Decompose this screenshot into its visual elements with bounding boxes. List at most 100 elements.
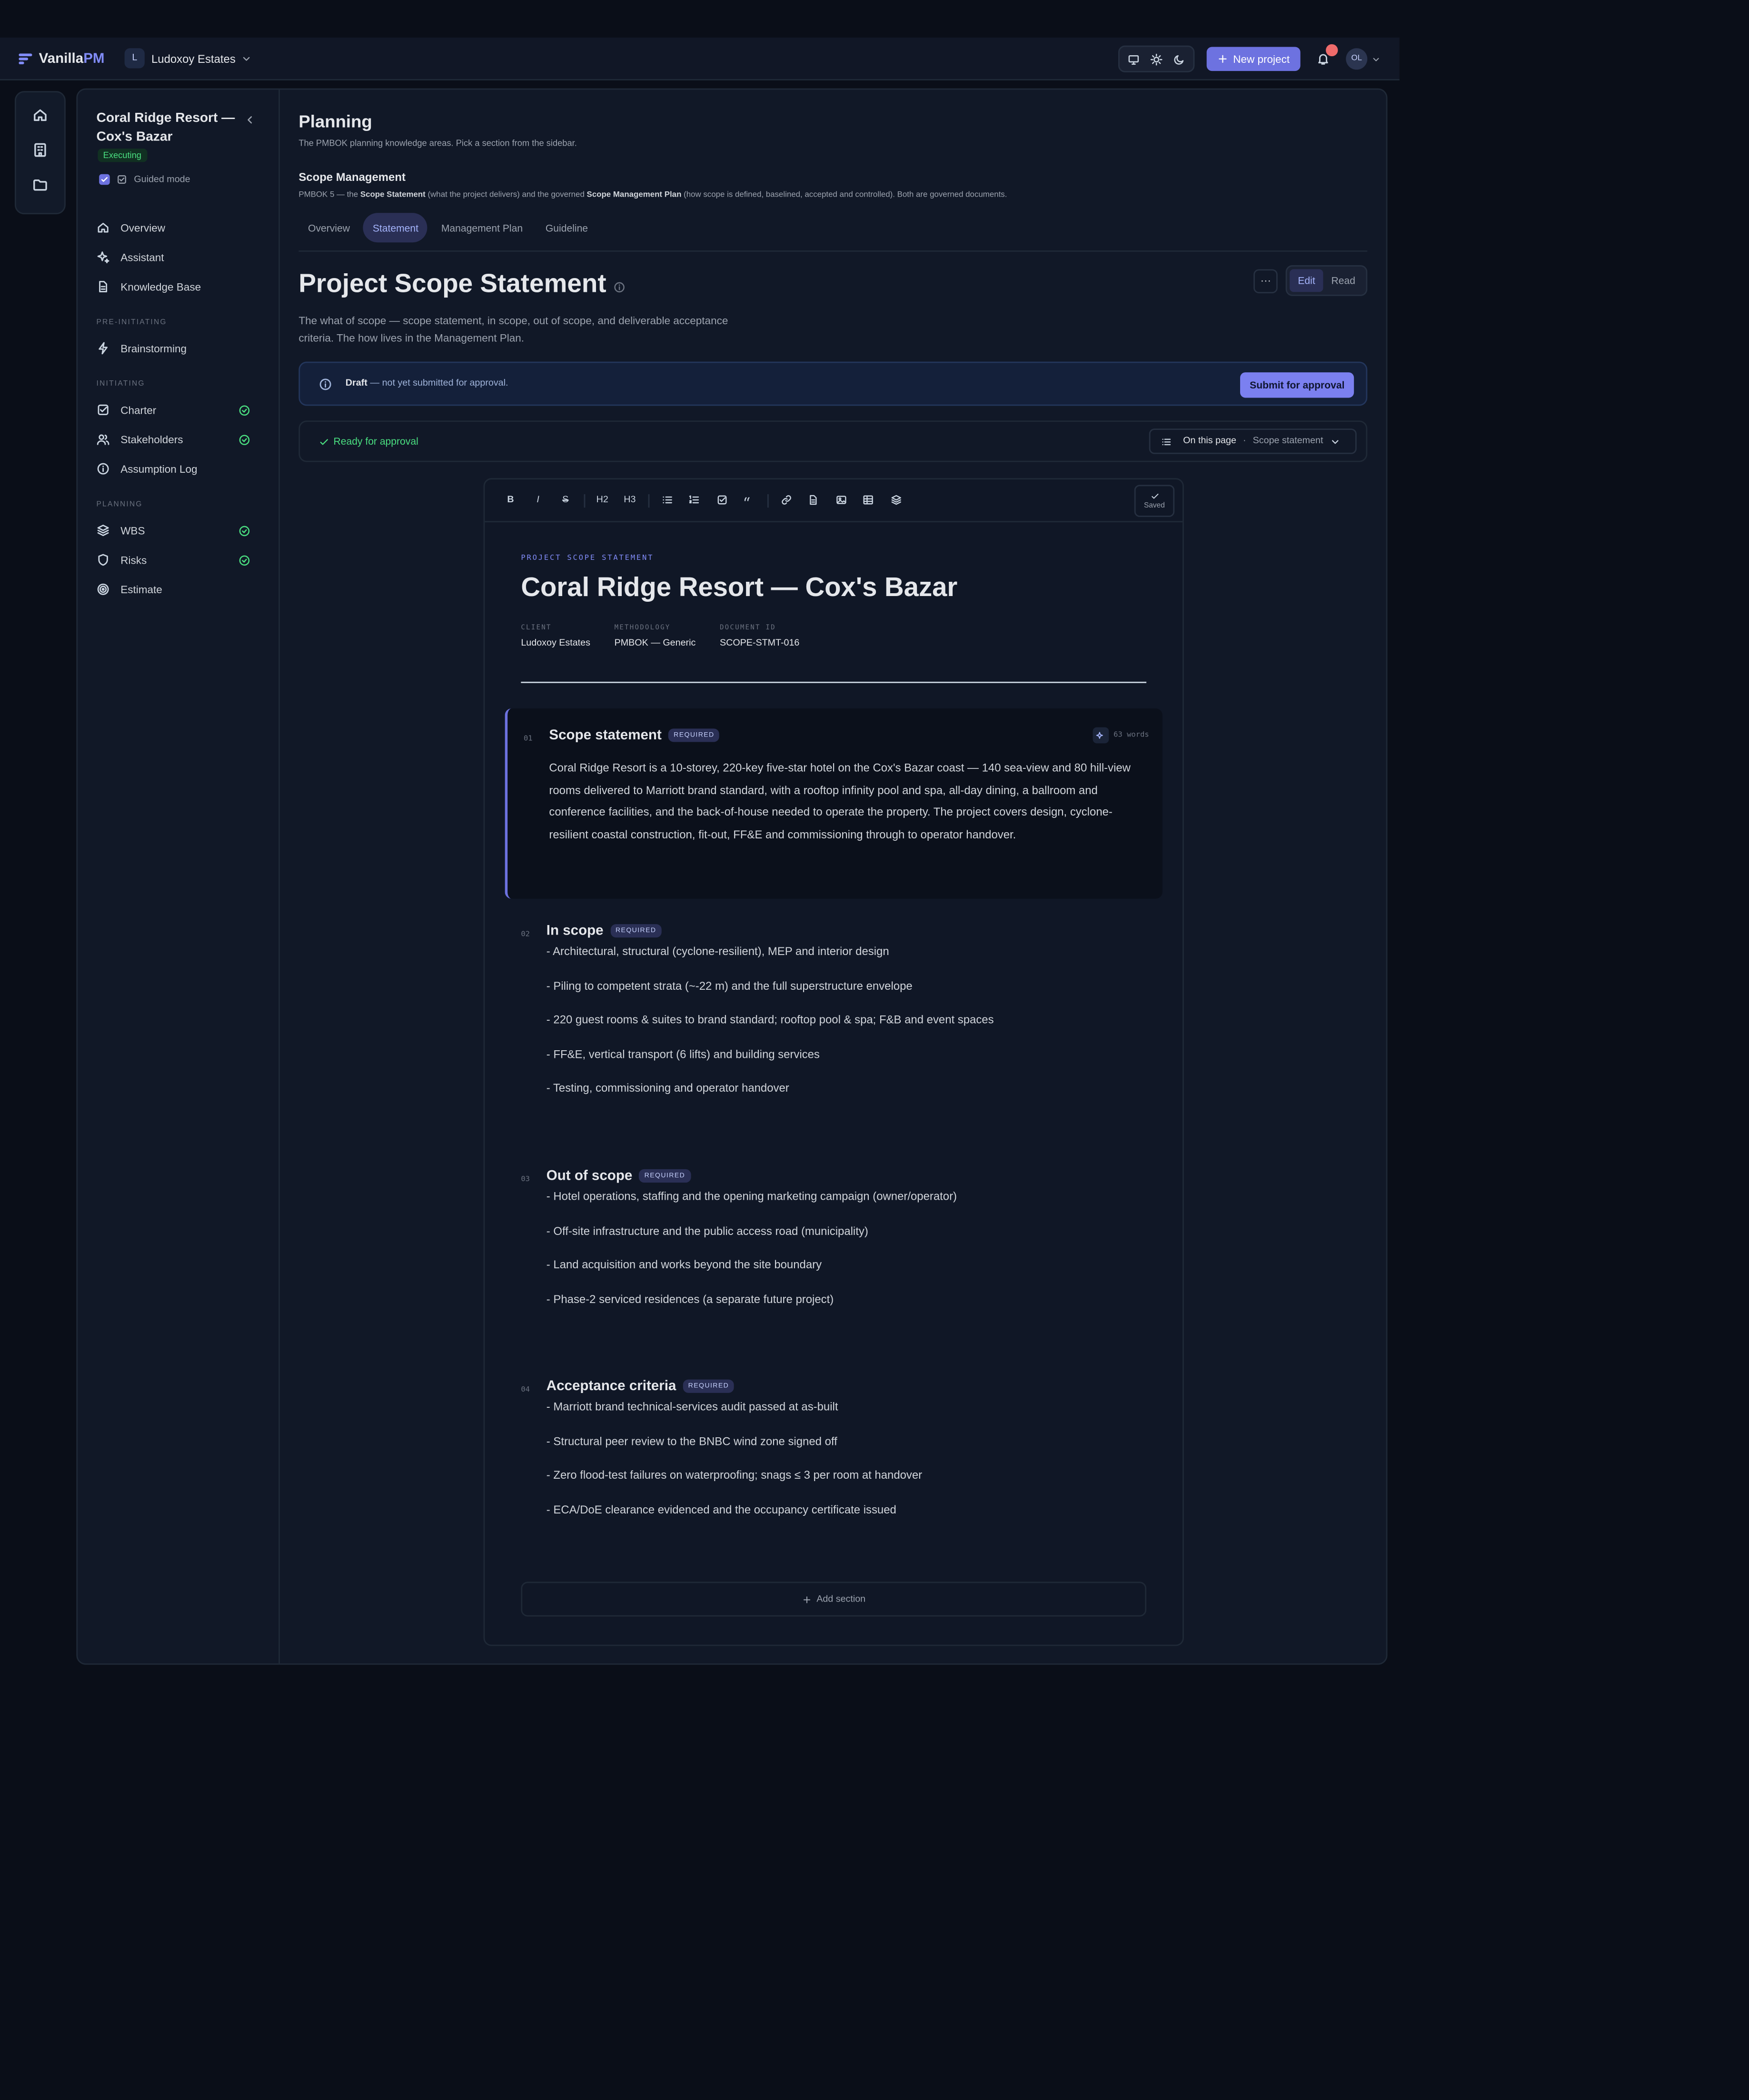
sidebar-item-charter[interactable]: Charter <box>78 395 280 425</box>
image-button[interactable] <box>827 487 855 514</box>
sidebar-item-stakeholders[interactable]: Stakeholders <box>78 425 280 454</box>
submit-for-approval-button[interactable]: Submit for approval <box>1240 372 1354 398</box>
table-button[interactable] <box>855 487 882 514</box>
list-item[interactable]: - Phase-2 serviced residences (a separat… <box>547 1292 1146 1326</box>
sidebar-item-assumption-log[interactable]: Assumption Log <box>78 454 280 484</box>
numbered-list-button[interactable] <box>680 487 708 514</box>
meta-value: Ludoxoy Estates <box>521 638 590 648</box>
document-link-button[interactable] <box>799 487 827 514</box>
checkbox-icon <box>98 404 109 415</box>
sidebar-item-label: Knowledge Base <box>120 280 201 293</box>
list-item[interactable]: - Hotel operations, staffing and the ope… <box>547 1189 1146 1224</box>
home-icon[interactable] <box>32 107 49 123</box>
chevron-down-icon <box>243 56 250 60</box>
list-icon <box>1163 438 1172 445</box>
folder-icon[interactable] <box>32 177 49 193</box>
guided-mode-checkbox[interactable] <box>99 174 110 185</box>
sidebar-item-knowledge-base[interactable]: Knowledge Base <box>78 272 280 301</box>
ai-assist-button[interactable] <box>1092 727 1108 744</box>
strikethrough-button[interactable]: S <box>552 487 579 514</box>
sidebar-item-wbs[interactable]: WBS <box>78 516 280 545</box>
saved-label: Saved <box>1144 502 1165 510</box>
tab-statement[interactable]: Statement <box>363 213 428 243</box>
new-project-button[interactable]: New project <box>1206 47 1301 71</box>
check-icon <box>101 177 108 182</box>
italic-button[interactable]: I <box>524 487 552 514</box>
building-icon[interactable] <box>32 142 49 158</box>
heading2-button[interactable]: H2 <box>588 487 616 514</box>
notifications-button[interactable] <box>1312 44 1338 70</box>
sidebar-item-risks[interactable]: Risks <box>78 545 280 575</box>
sidebar-item-overview[interactable]: Overview <box>78 213 280 242</box>
section-header: Out of scope REQUIRED <box>547 1168 691 1184</box>
check-icon <box>320 438 328 444</box>
app-logo[interactable]: Vanilla PM <box>19 50 105 66</box>
section-in-scope[interactable]: 02 In scope REQUIRED - Architectural, st… <box>505 904 1163 1138</box>
tab-overview[interactable]: Overview <box>298 213 359 242</box>
sidebar-item-estimate[interactable]: Estimate <box>78 575 280 604</box>
section-out-of-scope[interactable]: 03 Out of scope REQUIRED - Hotel operati… <box>505 1149 1163 1350</box>
tab-management-plan[interactable]: Management Plan <box>432 213 532 242</box>
edit-mode-button[interactable]: Edit <box>1290 269 1323 292</box>
light-theme-button[interactable] <box>1145 50 1168 68</box>
sidebar-item-label: Assistant <box>120 251 164 263</box>
sidebar-item-brainstorming[interactable]: Brainstorming <box>78 333 280 363</box>
section-acceptance-criteria[interactable]: 04 Acceptance criteria REQUIRED - Marrio… <box>505 1359 1163 1560</box>
sun-icon <box>1150 53 1162 65</box>
list-item[interactable]: - Zero flood-test failures on waterproof… <box>547 1468 1146 1503</box>
mode-toggle: Edit Read <box>1286 265 1368 296</box>
meta-key: DOCUMENT ID <box>719 624 776 632</box>
info-icon[interactable] <box>613 281 625 293</box>
new-project-label: New project <box>1233 53 1290 65</box>
on-this-page-dropdown[interactable]: On this page · Scope statement <box>1149 428 1357 454</box>
heading3-button[interactable]: H3 <box>616 487 644 514</box>
bold-button[interactable]: B <box>497 487 525 514</box>
section-title: Scope statement <box>549 727 662 744</box>
list-item[interactable]: - 220 guest rooms & suites to brand stan… <box>547 1013 1146 1047</box>
guided-mode-toggle[interactable]: Guided mode <box>99 174 190 185</box>
list-item[interactable]: - Architectural, structural (cyclone-res… <box>547 944 1146 978</box>
document-title-text: Project Scope Statement <box>298 269 606 299</box>
bullet-list-button[interactable] <box>653 487 680 514</box>
meta-key: METHODOLOGY <box>614 624 671 632</box>
plus-icon <box>803 1595 810 1603</box>
list-item[interactable]: - Structural peer review to the BNBC win… <box>547 1434 1146 1468</box>
link-button[interactable] <box>772 487 800 514</box>
list-item[interactable]: - Piling to competent strata (~-22 m) an… <box>547 978 1146 1013</box>
list-item[interactable]: - Land acquisition and works beyond the … <box>547 1258 1146 1292</box>
sidebar-item-assistant[interactable]: Assistant <box>78 242 280 272</box>
guided-mode-label: Guided mode <box>134 175 190 184</box>
sidebar-item-label: WBS <box>120 524 145 537</box>
checklist-button[interactable] <box>708 487 735 514</box>
meta-document-id: DOCUMENT ID SCOPE-STMT-016 <box>720 624 799 648</box>
saved-indicator: Saved <box>1134 485 1175 517</box>
more-menu-button[interactable]: ··· <box>1253 269 1278 293</box>
target-icon <box>97 583 109 595</box>
section-scope-statement[interactable]: 01 Scope statement REQUIRED 63 words Cor… <box>505 708 1163 899</box>
section-number: 02 <box>521 931 530 939</box>
section-body[interactable]: Coral Ridge Resort is a 10-storey, 220-k… <box>549 756 1146 845</box>
system-theme-button[interactable] <box>1122 50 1145 68</box>
collapse-sidebar-button[interactable] <box>244 114 256 126</box>
tab-guideline[interactable]: Guideline <box>536 213 597 242</box>
quote-button[interactable] <box>735 487 763 514</box>
list-item[interactable]: - Off-site infrastructure and the public… <box>547 1224 1146 1258</box>
numbered-list-icon <box>689 496 699 504</box>
toolbar-divider <box>583 493 585 507</box>
list-item[interactable]: - FF&E, vertical transport (6 lifts) and… <box>547 1047 1146 1081</box>
section-header: Acceptance criteria REQUIRED <box>547 1378 735 1394</box>
list-item[interactable]: - Marriott brand technical-services audi… <box>547 1400 1146 1434</box>
icon-rail <box>14 91 66 215</box>
user-menu[interactable]: OL <box>1346 48 1381 70</box>
read-mode-button[interactable]: Read <box>1323 269 1363 292</box>
desc-text: (what the project delivers) and the gove… <box>425 191 587 200</box>
add-section-button[interactable]: Add section <box>521 1582 1147 1617</box>
layers-button[interactable] <box>882 487 909 514</box>
divider <box>298 250 1368 252</box>
meta-client: CLIENT Ludoxoy Estates <box>521 624 590 648</box>
list-item[interactable]: - ECA/DoE clearance evidenced and the oc… <box>547 1503 1146 1537</box>
dark-theme-button[interactable] <box>1167 50 1190 68</box>
list-item[interactable]: - Testing, commissioning and operator ha… <box>547 1081 1146 1115</box>
workspace-switcher[interactable]: L Ludoxoy Estates <box>124 48 252 69</box>
desc-text: PMBOK 5 — the <box>298 191 360 200</box>
